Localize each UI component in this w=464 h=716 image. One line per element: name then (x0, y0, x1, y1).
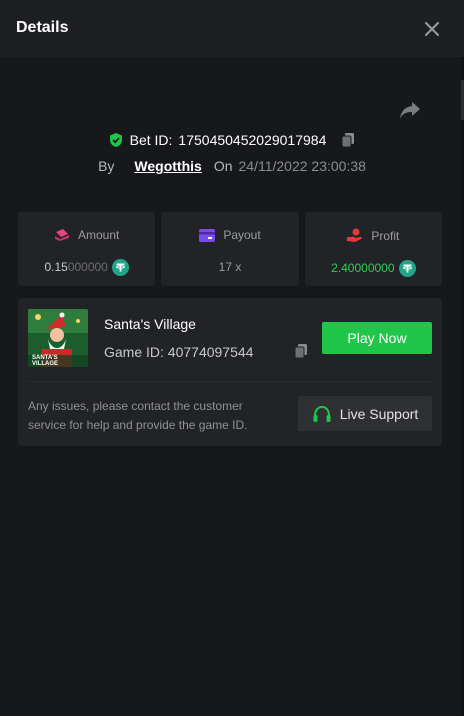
profit-value: 2.4 (331, 261, 348, 275)
by-label: By (98, 158, 115, 174)
support-note: Any issues, please contact the customer … (28, 399, 248, 432)
live-support-label: Live Support (339, 405, 419, 422)
game-name: Santa's Village (104, 316, 196, 332)
bet-id-row: Bet ID: 1750450452029017984 (0, 130, 464, 150)
bet-id-label: Bet ID: (129, 132, 173, 148)
copy-icon[interactable] (340, 132, 356, 148)
share-button[interactable] (398, 99, 422, 121)
game-id: Game ID: 40774097544 (104, 344, 253, 360)
page-title: Details (16, 19, 69, 36)
profit-icon (347, 228, 363, 242)
close-button[interactable] (420, 17, 444, 41)
bet-byline: By Wegotthis On 24/11/2022 23:00:38 (0, 156, 464, 176)
thumbnail-text-line2: VILLAGE (32, 361, 58, 367)
headset-icon (313, 405, 331, 422)
shield-check-icon (109, 133, 122, 147)
play-now-button[interactable]: Play Now (322, 322, 432, 354)
amount-card: Amount 0.15000000 (18, 212, 156, 286)
details-header: Details (0, 0, 464, 57)
tether-icon (111, 258, 129, 276)
live-support-button[interactable]: Live Support (298, 396, 432, 431)
share-icon (400, 102, 420, 119)
amount-icon (54, 229, 69, 241)
profit-card: Profit 2.40000000 (304, 212, 442, 286)
divider (28, 381, 432, 382)
bet-id-value: 1750450452029017984 (178, 132, 327, 148)
game-id-label: Game ID: (104, 344, 164, 360)
amount-value: 0.15 (44, 260, 68, 274)
close-icon (425, 22, 439, 36)
game-thumbnail[interactable]: SANTA'S VILLAGE (28, 309, 88, 367)
game-id-value: 40774097544 (167, 344, 254, 360)
username-link[interactable]: Wegotthis (134, 158, 201, 174)
bet-stats: Amount 0.15000000 Payout 17 x Profit 2.4… (18, 212, 442, 286)
amount-value-trailing: 000000 (67, 260, 108, 274)
payout-value: 17 x (218, 260, 242, 274)
copy-icon[interactable] (293, 343, 309, 359)
payout-label: Payout (223, 228, 261, 242)
profit-value-trailing: 0000000 (347, 261, 395, 275)
amount-label: Amount (77, 228, 120, 242)
game-card: SANTA'S VILLAGE Santa's Village Game ID:… (18, 298, 442, 446)
bet-datetime: 24/11/2022 23:00:38 (238, 158, 366, 174)
payout-icon (199, 228, 216, 242)
payout-card: Payout 17 x (161, 212, 299, 286)
tether-icon (398, 259, 416, 277)
on-label: On (213, 158, 233, 174)
profit-label: Profit (371, 228, 400, 243)
